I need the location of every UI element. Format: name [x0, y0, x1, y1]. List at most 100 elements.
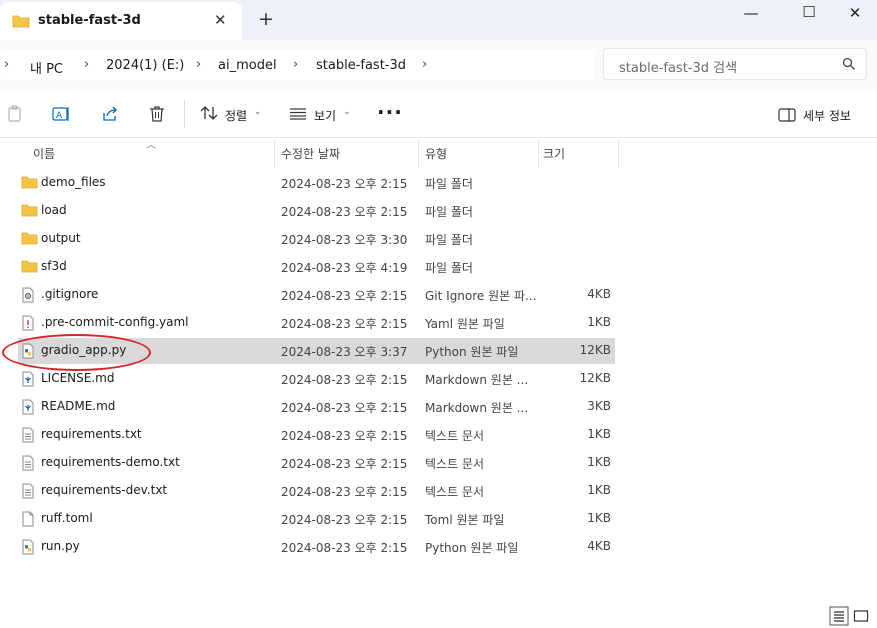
file-date: 2024-08-23 오후 2:15: [281, 485, 408, 499]
maximize-button[interactable]: ☐: [794, 3, 824, 21]
chevron-right-icon[interactable]: ›: [196, 57, 201, 72]
sort-icon[interactable]: [200, 105, 218, 124]
file-size: 3KB: [587, 399, 611, 413]
chevron-down-icon[interactable]: ⌄: [254, 107, 262, 117]
file-name: LICENSE.md: [41, 371, 115, 385]
view-lines-icon[interactable]: [289, 108, 307, 123]
blank-file-icon: [21, 511, 35, 530]
chevron-right-icon[interactable]: ›: [84, 57, 89, 72]
sort-button[interactable]: 정렬: [225, 107, 247, 124]
new-tab-button[interactable]: +: [258, 8, 274, 30]
view-button[interactable]: 보기: [314, 107, 336, 124]
paste-icon[interactable]: [7, 105, 23, 126]
file-date: 2024-08-23 오후 2:15: [281, 429, 408, 443]
minimize-button[interactable]: —: [736, 4, 766, 22]
folder-icon: [21, 231, 38, 248]
file-name: README.md: [41, 399, 116, 413]
breadcrumb-item-ai-model[interactable]: ai_model: [218, 58, 277, 73]
folder-icon: [21, 175, 38, 192]
rename-icon[interactable]: A: [52, 105, 72, 126]
chevron-right-icon[interactable]: ›: [293, 57, 298, 72]
tiles-view-icon[interactable]: [853, 608, 869, 627]
file-type: 파일 폴더: [425, 233, 473, 247]
file-row[interactable]: run.py 2024-08-23 오후 2:15 Python 원본 파일 4KB: [18, 534, 615, 560]
file-size: 1KB: [587, 483, 611, 497]
file-name: .pre-commit-config.yaml: [41, 315, 189, 329]
column-header-name[interactable]: 이름: [18, 138, 274, 168]
file-date: 2024-08-23 오후 2:15: [281, 289, 408, 303]
command-bar: A 정렬 ⌄ 보기 ⌄ ··· 세부 정보: [0, 92, 877, 138]
file-row[interactable]: requirements.txt 2024-08-23 오후 2:15 텍스트 문서…: [18, 422, 615, 448]
file-type: Python 원본 파일: [425, 345, 519, 359]
search-input[interactable]: stable-fast-3d 검색: [603, 48, 867, 80]
file-date: 2024-08-23 오후 3:30: [281, 233, 408, 247]
file-row[interactable]: output 2024-08-23 오후 3:30 파일 폴더: [18, 226, 615, 252]
details-button[interactable]: 세부 정보: [803, 107, 851, 124]
chevron-right-icon[interactable]: ›: [422, 57, 427, 72]
python-file-icon: [21, 343, 35, 362]
file-date: 2024-08-23 오후 2:15: [281, 177, 408, 191]
file-row[interactable]: .pre-commit-config.yaml 2024-08-23 오후 2:1…: [18, 310, 615, 336]
file-row[interactable]: LICENSE.md 2024-08-23 오후 2:15 Markdown 원본 …: [18, 366, 615, 392]
column-header-type[interactable]: 유형: [419, 138, 538, 168]
close-window-button[interactable]: ✕: [840, 4, 870, 22]
delete-icon[interactable]: [149, 105, 165, 126]
file-name: demo_files: [41, 175, 106, 189]
file-name: requirements-demo.txt: [41, 455, 180, 469]
folder-icon: [21, 203, 38, 220]
file-row[interactable]: ruff.toml 2024-08-23 오후 2:15 Toml 원본 파일 1KB: [18, 506, 615, 532]
file-row[interactable]: requirements-demo.txt 2024-08-23 오후 2:15 텍…: [18, 450, 615, 476]
file-size: 12KB: [579, 371, 611, 385]
file-name: run.py: [41, 539, 80, 553]
file-name: output: [41, 231, 81, 245]
tab-stable-fast-3d[interactable]: stable-fast-3d ✕: [0, 2, 242, 40]
breadcrumb-item-this-pc[interactable]: 내 PC: [30, 58, 63, 77]
folder-icon: [12, 14, 30, 31]
file-row[interactable]: requirements-dev.txt 2024-08-23 오후 2:15 텍스…: [18, 478, 615, 504]
file-type: Toml 원본 파일: [425, 513, 505, 527]
file-row[interactable]: sf3d 2024-08-23 오후 4:19 파일 폴더: [18, 254, 615, 280]
file-row[interactable]: load 2024-08-23 오후 2:15 파일 폴더: [18, 198, 615, 224]
file-size: 12KB: [579, 343, 611, 357]
file-name: gradio_app.py: [41, 343, 127, 357]
details-pane-icon[interactable]: [778, 108, 796, 125]
text-file-icon: [21, 455, 35, 474]
breadcrumb-item-stable-fast-3d[interactable]: stable-fast-3d: [316, 58, 406, 73]
file-date: 2024-08-23 오후 2:15: [281, 205, 408, 219]
more-options-button[interactable]: ···: [377, 100, 403, 124]
search-icon: [842, 57, 856, 74]
details-view-icon[interactable]: [829, 606, 849, 628]
tab-title: stable-fast-3d: [38, 13, 141, 28]
file-row[interactable]: README.md 2024-08-23 오후 2:15 Markdown 원본 .…: [18, 394, 615, 420]
file-row[interactable]: gradio_app.py 2024-08-23 오후 3:37 Python 원본…: [18, 338, 615, 364]
column-divider[interactable]: [618, 140, 619, 168]
file-date: 2024-08-23 오후 3:37: [281, 345, 408, 359]
text-file-icon: [21, 483, 35, 502]
markdown-file-icon: [21, 371, 35, 390]
file-type: Markdown 원본 ...: [425, 401, 529, 415]
file-size: 4KB: [587, 287, 611, 301]
file-type: Git Ignore 원본 파...: [425, 289, 537, 303]
file-type: 파일 폴더: [425, 261, 473, 275]
folder-icon: [21, 259, 38, 276]
file-row[interactable]: .gitignore 2024-08-23 오후 2:15 Git Ignore 원…: [18, 282, 615, 308]
column-header-date[interactable]: 수정한 날짜: [275, 138, 418, 168]
chevron-down-icon[interactable]: ⌄: [343, 107, 351, 117]
file-type: 파일 폴더: [425, 205, 473, 219]
file-type: Python 원본 파일: [425, 541, 519, 555]
title-bar: stable-fast-3d ✕ + — ☐ ✕: [0, 0, 877, 40]
file-row[interactable]: demo_files 2024-08-23 오후 2:15 파일 폴더: [18, 170, 615, 196]
column-header-size[interactable]: 크기: [539, 138, 618, 168]
close-tab-icon[interactable]: ✕: [214, 11, 227, 29]
share-icon[interactable]: [101, 105, 119, 126]
markdown-file-icon: [21, 399, 35, 418]
address-row: › 내 PC › 2024(1) (E:) › ai_model › stabl…: [0, 40, 877, 92]
file-date: 2024-08-23 오후 2:15: [281, 317, 408, 331]
breadcrumb-item-drive[interactable]: 2024(1) (E:): [106, 58, 184, 73]
breadcrumb[interactable]: › 내 PC › 2024(1) (E:) › ai_model › stabl…: [0, 50, 594, 80]
python-file-icon: [21, 539, 35, 558]
text-file-icon: [21, 427, 35, 446]
file-name: load: [41, 203, 67, 217]
file-type: 텍스트 문서: [425, 429, 485, 443]
file-name: requirements.txt: [41, 427, 142, 441]
